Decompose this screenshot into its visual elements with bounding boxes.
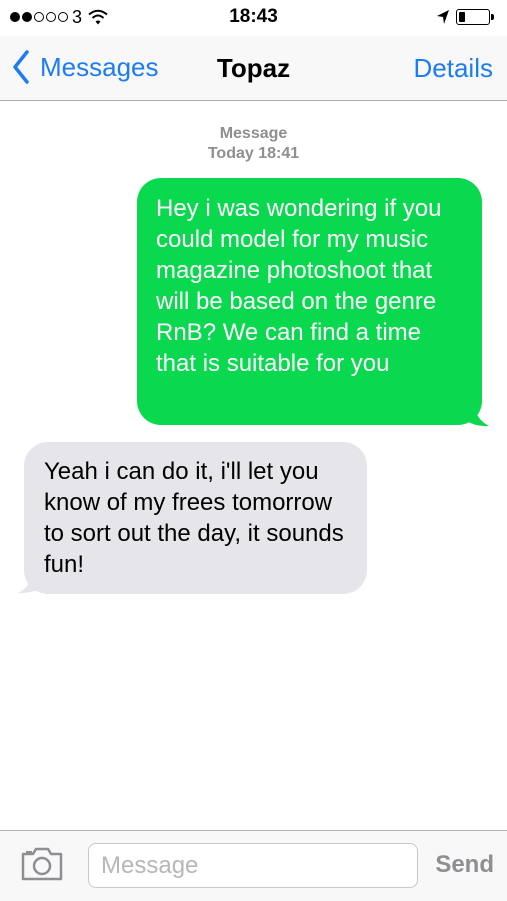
- message-input[interactable]: [88, 843, 418, 888]
- message-input-bar: Send: [0, 830, 507, 901]
- message-text: Hey i was wondering if you could model f…: [156, 195, 442, 377]
- chevron-left-icon: [13, 50, 29, 84]
- timestamp-detail: Today 18:41: [207, 145, 300, 162]
- location-arrow-icon: [437, 10, 449, 24]
- status-time: 18:43: [229, 6, 278, 27]
- message-text: Yeah i can do it, i'll let you know of m…: [44, 458, 344, 578]
- back-button[interactable]: Messages: [12, 50, 159, 84]
- message-timestamp: Message Today 18:41: [0, 124, 507, 164]
- outgoing-message-bubble[interactable]: Hey i was wondering if you could model f…: [137, 178, 482, 425]
- timestamp-header: Message: [219, 125, 288, 142]
- details-button[interactable]: Details: [414, 53, 493, 84]
- camera-icon[interactable]: [20, 846, 64, 882]
- navigation-bar: Messages Topaz Details: [0, 36, 507, 101]
- send-button[interactable]: Send: [435, 851, 494, 879]
- battery-icon: [456, 9, 494, 25]
- status-bar: 3 18:43: [0, 0, 507, 36]
- back-button-label: Messages: [40, 51, 159, 82]
- incoming-message-bubble[interactable]: Yeah i can do it, i'll let you know of m…: [24, 442, 367, 594]
